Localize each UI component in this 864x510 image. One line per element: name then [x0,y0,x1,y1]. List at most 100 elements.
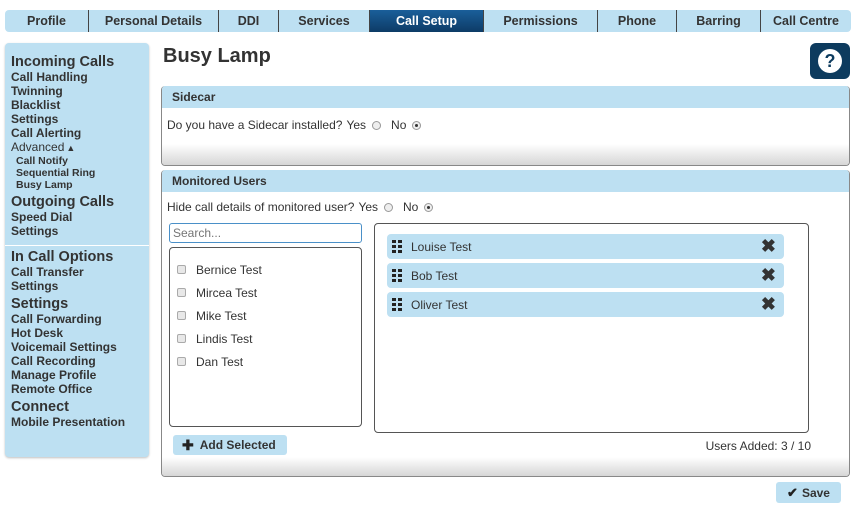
sidebar-item-settings[interactable]: Settings [11,112,149,126]
drag-handle-icon[interactable] [392,268,404,283]
tab-phone[interactable]: Phone [598,10,677,32]
sidecar-panel-footer [162,144,849,165]
check-icon: ✔ [787,484,798,500]
sidecar-yes-radio[interactable] [372,120,382,130]
monitored-users-header: Monitored Users [162,170,849,192]
help-button[interactable]: ? [810,43,850,79]
sidebar-item-call-alerting[interactable]: Call Alerting [11,126,149,140]
hide-details-question: Hide call details of monitored user? Yes… [162,192,849,218]
user-checkbox[interactable] [177,334,186,343]
selected-user-item[interactable]: Bob Test ✖ [387,263,784,288]
sidebar-item-busy-lamp[interactable]: Busy Lamp [11,179,149,191]
page-title: Busy Lamp [163,45,271,67]
tab-profile[interactable]: Profile [5,10,89,32]
add-selected-label: Add Selected [199,438,276,452]
available-users-list: Bernice Test Mircea Test Mike Test Lindi… [169,247,362,427]
remove-icon[interactable]: ✖ [761,295,776,313]
sidecar-question: Do you have a Sidecar installed? Yes No [162,114,849,136]
user-name: Lindis Test [196,331,253,346]
hide-details-no-label: No [403,200,419,214]
save-button[interactable]: ✔ Save [776,482,841,503]
user-checkbox[interactable] [177,265,186,274]
sidebar-group-incoming: Incoming Calls Call Handling Twinning Bl… [11,55,149,195]
tab-ddi[interactable]: DDI [219,10,279,32]
sidebar-section-title: Incoming Calls [11,54,115,70]
sidecar-no-radio[interactable] [412,120,422,130]
monitored-users-body: Hide call details of monitored user? Yes… [162,192,849,457]
tab-permissions[interactable]: Permissions [484,10,598,32]
sidebar-item-call-notify[interactable]: Call Notify [11,155,149,167]
sidecar-panel-body: Do you have a Sidecar installed? Yes No [162,108,849,144]
sidebar-group-connect: Connect Mobile Presentation [11,400,149,433]
sidebar-item-remote-office[interactable]: Remote Office [11,382,149,396]
sidebar-item-incall-settings[interactable]: Settings [11,279,149,293]
tab-barring[interactable]: Barring [677,10,761,32]
hide-details-question-text: Hide call details of monitored user? [167,200,355,214]
sidebar-item-twinning[interactable]: Twinning [11,84,149,98]
sidebar-group-in-call: In Call Options Call Transfer Settings [11,250,149,297]
sidebar-item-sequential-ring[interactable]: Sequential Ring [11,167,149,179]
add-selected-button[interactable]: ✚ Add Selected [173,435,287,455]
sidebar-section-title: Outgoing Calls [11,194,115,210]
sidebar-item-outgoing-settings[interactable]: Settings [11,224,149,238]
sidecar-no-label: No [391,118,407,132]
hide-details-no-radio[interactable] [424,202,434,212]
tab-services[interactable]: Services [279,10,370,32]
top-nav-tabs: Profile Personal Details DDI Services Ca… [5,10,851,32]
sidebar-group-outgoing: Outgoing Calls Speed Dial Settings [11,195,149,242]
selected-user-item[interactable]: Oliver Test ✖ [387,292,784,317]
hide-details-yes-radio[interactable] [384,202,394,212]
sidebar-section-title: In Call Options [11,249,114,265]
selected-user-name: Oliver Test [411,297,468,312]
list-item[interactable]: Lindis Test [170,327,361,350]
tab-call-setup[interactable]: Call Setup [370,10,484,32]
sidebar-item-call-recording[interactable]: Call Recording [11,354,149,368]
user-checkbox[interactable] [177,311,186,320]
monitored-users-footer [162,457,849,476]
list-item[interactable]: Dan Test [170,350,361,373]
remove-icon[interactable]: ✖ [761,266,776,284]
search-input[interactable] [169,223,362,243]
sidebar-item-call-forwarding[interactable]: Call Forwarding [11,312,149,326]
sidebar: Incoming Calls Call Handling Twinning Bl… [5,43,149,457]
sidebar-section-title: Connect [11,399,69,415]
sidecar-yes-label: Yes [346,118,367,132]
plus-icon: ✚ [182,436,194,453]
save-label: Save [801,485,830,500]
sidebar-item-blacklist[interactable]: Blacklist [11,98,149,112]
tab-personal-details[interactable]: Personal Details [89,10,219,32]
help-icon: ? [818,49,842,73]
user-name: Mircea Test [196,285,258,300]
sidebar-divider [5,245,149,246]
list-item[interactable]: Bernice Test [170,258,361,281]
hide-details-yes-label: Yes [358,200,379,214]
sidebar-item-hot-desk[interactable]: Hot Desk [11,326,149,340]
sidebar-item-manage-profile[interactable]: Manage Profile [11,368,149,382]
sidebar-item-speed-dial[interactable]: Speed Dial [11,210,149,224]
sidebar-item-mobile-presentation[interactable]: Mobile Presentation [11,415,149,429]
sidebar-item-advanced[interactable]: Advanced ▲ [11,140,149,155]
list-item[interactable]: Mike Test [170,304,361,327]
remove-icon[interactable]: ✖ [761,237,776,255]
sidecar-panel-header: Sidecar [162,86,849,108]
user-checkbox[interactable] [177,357,186,366]
drag-handle-icon[interactable] [392,297,404,312]
monitored-users-panel: Monitored Users Hide call details of mon… [161,170,850,477]
sidecar-question-text: Do you have a Sidecar installed? [167,118,343,132]
drag-handle-icon[interactable] [392,239,404,254]
sidebar-item-call-handling[interactable]: Call Handling [11,70,149,84]
sidecar-panel: Sidecar Do you have a Sidecar installed?… [161,86,850,166]
tab-call-centre[interactable]: Call Centre [761,10,851,32]
users-added-count: Users Added: 3 / 10 [705,439,811,453]
selected-user-name: Louise Test [411,239,472,254]
caret-up-icon: ▲ [66,143,76,153]
user-checkbox[interactable] [177,288,186,297]
sidebar-item-call-transfer[interactable]: Call Transfer [11,265,149,279]
selected-user-item[interactable]: Louise Test ✖ [387,234,784,259]
user-name: Bernice Test [196,262,262,277]
user-name: Dan Test [196,354,244,369]
list-item[interactable]: Mircea Test [170,281,361,304]
sidebar-item-voicemail-settings[interactable]: Voicemail Settings [11,340,149,354]
sidebar-section-title: Settings [11,296,69,312]
selected-user-name: Bob Test [411,268,458,283]
